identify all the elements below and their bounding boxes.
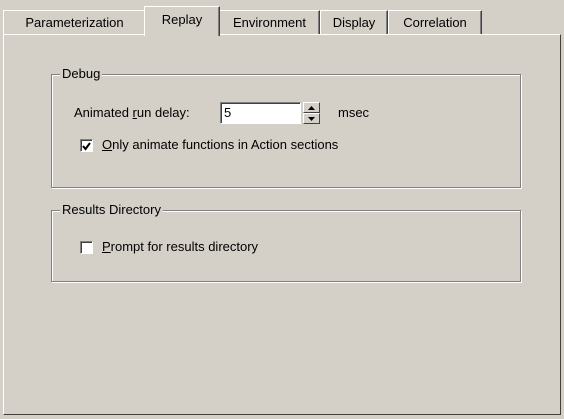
prompt-results-directory-label[interactable]: Prompt for results directory <box>102 239 258 255</box>
replay-panel: Debug Animated run delay: 5 msec Only an… <box>3 34 561 415</box>
animate-action-label[interactable]: Only animate functions in Action section… <box>102 137 338 153</box>
tab-parameterization[interactable]: Parameterization <box>3 10 146 34</box>
prompt-results-accelerator: P <box>102 239 111 254</box>
results-directory-group: Results Directory Prompt for results dir… <box>51 202 521 282</box>
spin-down-icon <box>308 116 315 121</box>
spin-up-icon <box>308 105 315 110</box>
tab-correlation[interactable]: Correlation <box>388 10 482 34</box>
prompt-results-label-text: rompt for results directory <box>110 239 259 254</box>
run-delay-label: Animated run delay: <box>74 105 190 121</box>
results-directory-group-label: Results Directory <box>60 202 163 218</box>
tab-environment[interactable]: Environment <box>219 10 320 34</box>
animate-action-label-text: nly animate functions in Action sections <box>112 137 339 152</box>
tab-display[interactable]: Display <box>320 10 388 34</box>
animate-action-checkbox[interactable] <box>80 139 93 152</box>
tab-label: Display <box>332 15 376 30</box>
tab-label: Replay <box>161 12 203 27</box>
animate-action-accelerator: O <box>102 137 113 152</box>
run-delay-label-text: Animated <box>74 105 133 120</box>
tab-strip: Parameterization Replay Environment Disp… <box>0 0 564 36</box>
tab-label: Parameterization <box>25 15 124 30</box>
checkmark-icon <box>82 142 91 151</box>
run-delay-value: 5 <box>224 105 232 120</box>
run-delay-input[interactable]: 5 <box>220 102 301 124</box>
run-delay-label-text-end: un delay: <box>136 105 190 120</box>
debug-group-label: Debug <box>60 66 103 82</box>
tab-label: Correlation <box>403 15 467 30</box>
tab-label: Environment <box>233 15 306 30</box>
spin-down-button[interactable] <box>303 113 320 124</box>
prompt-results-directory-checkbox[interactable] <box>80 241 93 254</box>
spin-up-button[interactable] <box>303 102 320 113</box>
run-delay-unit: msec <box>338 105 370 120</box>
tab-replay[interactable]: Replay <box>144 6 220 36</box>
debug-group: Debug Animated run delay: 5 msec Only an… <box>51 66 521 188</box>
